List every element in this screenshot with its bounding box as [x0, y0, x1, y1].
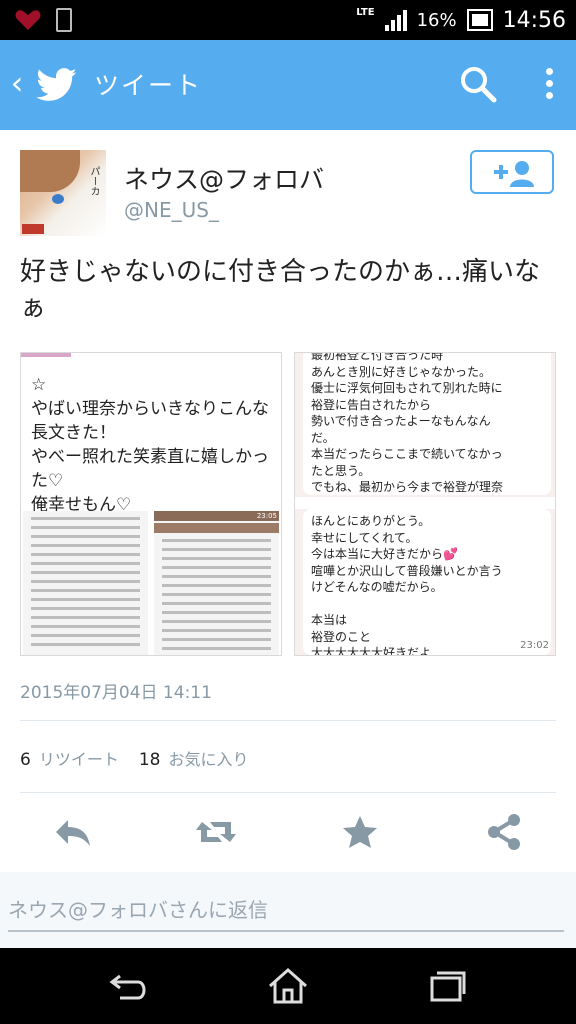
retweet-icon[interactable] [194, 812, 238, 852]
page-title: ツイート [94, 71, 203, 100]
divider [20, 792, 556, 793]
divider [20, 720, 556, 721]
user-handle[interactable]: @NE_US_ [124, 198, 219, 222]
favorite-label[interactable]: お気に入り [168, 746, 248, 770]
tweet-image-right[interactable]: 最初裕登と付き合った時 あんとき別に好きじゃなかった。 優士に浮気何回もされて別… [294, 352, 556, 656]
user-name[interactable]: ネウス@フォロバ [124, 160, 324, 196]
network-type: LTE [356, 6, 375, 18]
status-bar: LTE 16% 14:56 [0, 0, 576, 40]
tweet-image-left[interactable]: ☆ やばい理奈からいきなりこんな 長文きた！ やべー照れた笑素直に嬉しかっ た♡… [20, 352, 282, 656]
follow-button[interactable] [470, 150, 554, 194]
reply-icon[interactable] [52, 812, 96, 852]
reply-input[interactable] [8, 890, 564, 932]
phone-icon [56, 8, 72, 32]
battery-percent: 16% [416, 9, 457, 31]
thumbnail-time: 23:05 [256, 512, 277, 520]
avatar-tag: パーカ [88, 166, 99, 196]
add-user-icon [494, 161, 534, 187]
image-timestamp: 23:02 [520, 640, 549, 651]
tweet-text: 好きじゃないのに付き合ったのかぁ…痛いなぁ [20, 257, 541, 323]
image-text-right-bottom: ほんとにありがとう。 幸せにしてくれて。 今は本当に大好きだから💕 喧嘩とか沢山… [303, 509, 551, 655]
reply-area [0, 872, 576, 948]
more-vertical-icon[interactable] [536, 64, 562, 104]
navigation-bar [0, 948, 576, 1024]
nav-back-icon[interactable] [106, 966, 150, 1006]
status-time: 14:56 [502, 7, 566, 33]
tweet-date: 2015年07月04日 14:11 [20, 683, 212, 703]
avatar[interactable]: パーカ [20, 150, 106, 236]
home-icon[interactable] [266, 966, 310, 1006]
battery-icon [466, 9, 493, 31]
thumbnail-b: 23:05 [154, 511, 279, 655]
retweet-label[interactable]: リツイート [39, 746, 119, 770]
image-text-right-top: 最初裕登と付き合った時 あんとき別に好きじゃなかった。 優士に浮気何回もされて別… [303, 353, 551, 544]
twitter-bird-icon[interactable] [36, 68, 78, 102]
thumbnail-a [23, 511, 148, 655]
favorite-count[interactable]: 18 [139, 750, 161, 770]
favorite-icon[interactable] [338, 812, 382, 852]
tweet-actions [0, 812, 576, 852]
search-icon[interactable] [458, 64, 498, 104]
heart-icon [15, 10, 41, 30]
recents-icon[interactable] [426, 966, 470, 1006]
share-icon[interactable] [482, 812, 526, 852]
app-bar: ‹ ツイート [0, 40, 576, 130]
image-text-left: ☆ やばい理奈からいきなりこんな 長文きた！ やべー照れた笑素直に嬉しかっ た♡… [31, 375, 269, 515]
tweet-stats: 6 リツイート 18 お気に入り [20, 746, 261, 770]
back-icon[interactable]: ‹ [4, 64, 30, 104]
retweet-count[interactable]: 6 [20, 750, 31, 770]
signal-icon [384, 9, 407, 31]
